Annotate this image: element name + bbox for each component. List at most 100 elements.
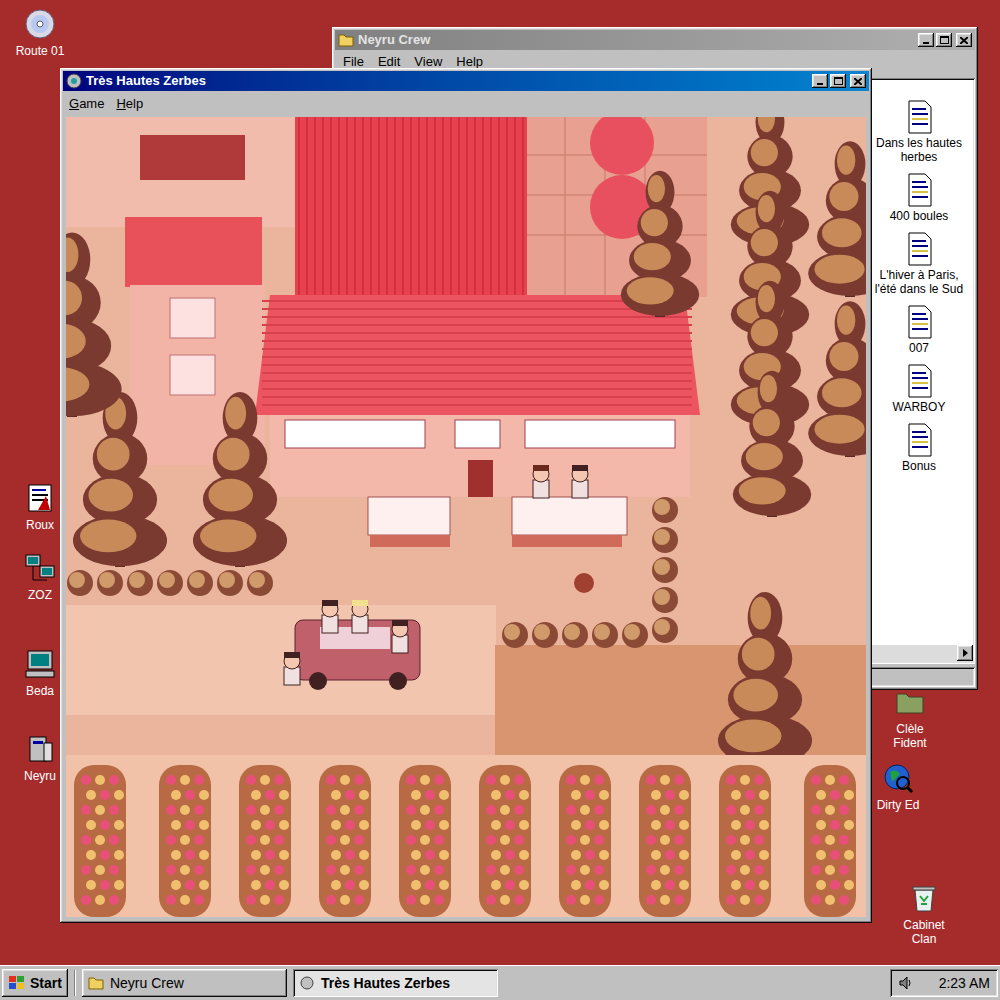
- windows-logo-icon: [8, 975, 26, 991]
- text-file-icon: [903, 173, 935, 207]
- taskbar-button[interactable]: Très Hautes Zerbes: [293, 969, 498, 997]
- program-icon: [24, 733, 56, 765]
- bush: [127, 570, 153, 596]
- desktop-icon-label: Dirty Ed: [877, 798, 920, 812]
- maximize-icon: [834, 77, 843, 85]
- close-button[interactable]: [850, 74, 866, 88]
- taskbar-button-label: Très Hautes Zerbes: [321, 973, 450, 994]
- game-scene[interactable]: [66, 117, 866, 917]
- title-bar[interactable]: Très Hautes Zerbes: [63, 71, 869, 91]
- maximize-button[interactable]: [830, 74, 846, 88]
- bush: [67, 570, 93, 596]
- close-button[interactable]: [956, 33, 972, 47]
- desktop-icon[interactable]: Clèle Fident: [878, 686, 942, 750]
- desktop-icon-label: Cabinet Clan: [892, 918, 956, 946]
- title-bar[interactable]: Neyru Crew: [335, 30, 975, 50]
- taskbar-button[interactable]: Neyru Crew: [82, 969, 287, 997]
- minimize-icon: [923, 42, 929, 44]
- file-item[interactable]: WARBOY: [893, 364, 946, 414]
- start-button[interactable]: Start: [2, 969, 68, 997]
- text-file-icon: [903, 364, 935, 398]
- document-icon: [24, 482, 56, 514]
- flower-tree: [319, 765, 371, 917]
- bush: [652, 557, 678, 583]
- taskbar: Start Neyru Crew Très Hautes Zerbes 2:23 AM: [0, 965, 1000, 1000]
- game-canvas[interactable]: [66, 117, 866, 917]
- file-name: Bonus: [902, 459, 936, 473]
- network-icon: [24, 552, 56, 584]
- bush: [622, 622, 648, 648]
- file-item[interactable]: Bonus: [902, 423, 936, 473]
- flower-tree: [74, 765, 126, 917]
- bush: [652, 587, 678, 613]
- person: [533, 465, 549, 498]
- computer-icon: [24, 648, 56, 680]
- scroll-right-button[interactable]: [957, 645, 973, 661]
- bush: [652, 617, 678, 643]
- folder-icon: [894, 686, 926, 718]
- bush: [97, 570, 123, 596]
- tree: [733, 370, 811, 516]
- window-title: Très Hautes Zerbes: [86, 71, 206, 91]
- maximize-button[interactable]: [936, 33, 952, 47]
- bush: [247, 570, 273, 596]
- cd-icon: [24, 8, 56, 40]
- flower-tree: [399, 765, 451, 917]
- minimize-button[interactable]: [918, 33, 934, 47]
- game-app-icon: [299, 976, 315, 990]
- minimize-button[interactable]: [812, 74, 828, 88]
- recycle-bin-icon: [908, 882, 940, 914]
- bush: [532, 622, 558, 648]
- flower-tree: [479, 765, 531, 917]
- text-file-icon: [903, 232, 935, 266]
- file-name: 400 boules: [890, 209, 949, 223]
- desktop-icon-label: ZOZ: [28, 588, 52, 602]
- globe-icon: [882, 762, 914, 794]
- tree: [718, 592, 812, 767]
- menu-item[interactable]: Game: [69, 94, 104, 114]
- desktop-icon-label: Route 01: [16, 44, 65, 58]
- text-file-icon: [903, 423, 935, 457]
- flower-tree: [239, 765, 291, 917]
- window-controls: [918, 33, 972, 47]
- bush: [187, 570, 213, 596]
- taskbar-button-label: Neyru Crew: [110, 973, 184, 994]
- bush: [217, 570, 243, 596]
- minimize-icon: [817, 83, 823, 85]
- game-window[interactable]: Très Hautes Zerbes Game Help: [60, 68, 872, 923]
- tree: [66, 232, 122, 417]
- close-icon: [960, 37, 968, 44]
- file-item[interactable]: L'hiver à Paris, l'été dans le Sud: [871, 232, 967, 296]
- file-name: WARBOY: [893, 400, 946, 414]
- menu-bar: Game Help: [63, 91, 869, 117]
- file-item[interactable]: Dans les hautes herbes: [871, 100, 967, 164]
- bush: [652, 527, 678, 553]
- file-name: L'hiver à Paris, l'été dans le Sud: [871, 268, 967, 296]
- desktop-icon-label: Roux: [26, 518, 54, 532]
- flower-tree: [804, 765, 856, 917]
- tree: [621, 170, 699, 316]
- desktop-icon-label: Beda: [26, 684, 54, 698]
- menu-item[interactable]: Help: [116, 94, 143, 114]
- window-title: Neyru Crew: [358, 30, 430, 50]
- flower-tree: [639, 765, 691, 917]
- tree: [808, 141, 866, 297]
- desktop-icon[interactable]: Cabinet Clan: [892, 882, 956, 946]
- close-icon: [854, 78, 862, 85]
- person: [284, 652, 300, 685]
- file-item[interactable]: 007: [903, 305, 935, 355]
- flower-tree: [559, 765, 611, 917]
- system-tray: 2:23 AM: [890, 969, 998, 997]
- bush: [157, 570, 183, 596]
- desktop-icon[interactable]: Dirty Ed: [866, 762, 930, 812]
- window-controls: [812, 74, 866, 88]
- start-label: Start: [30, 973, 62, 994]
- desktop-icon[interactable]: Route 01: [8, 8, 72, 58]
- folder-icon: [88, 976, 104, 990]
- tree: [193, 392, 287, 567]
- file-item[interactable]: 400 boules: [890, 173, 949, 223]
- flower-tree: [719, 765, 771, 917]
- bush: [562, 622, 588, 648]
- speaker-icon[interactable]: [898, 975, 914, 991]
- bush: [502, 622, 528, 648]
